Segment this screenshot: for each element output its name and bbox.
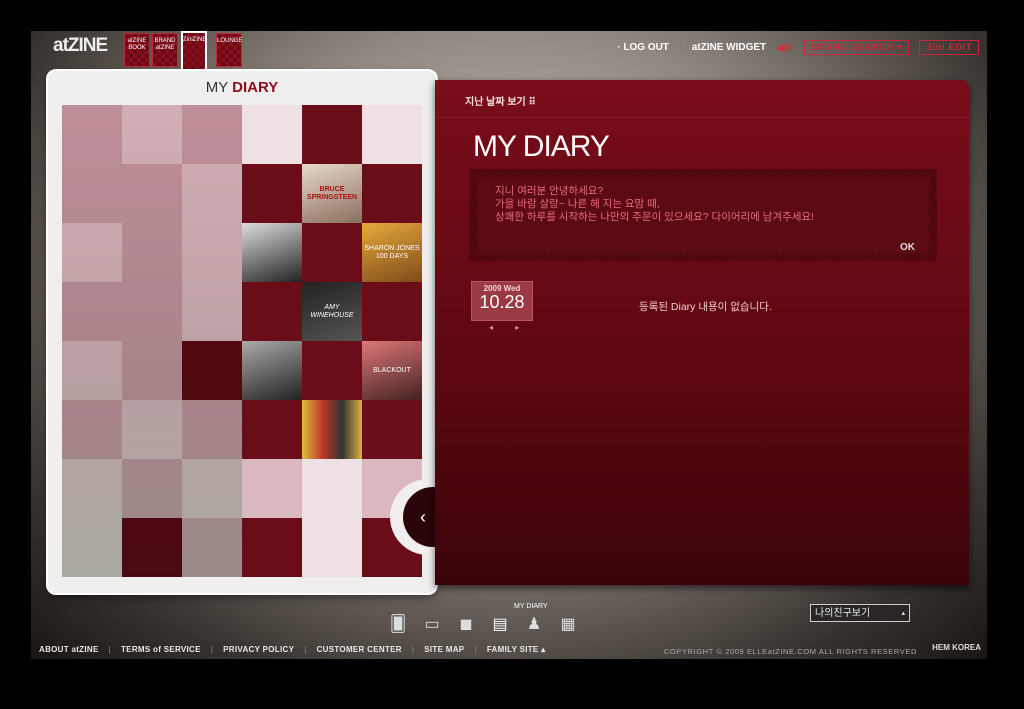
diary-mosaic-panel: MY DIARY BRUCE SPRINGSTEEN SHARON JONES [48, 71, 436, 593]
separator: | [411, 645, 415, 654]
logout-link[interactable]: · LOG OUT [617, 42, 669, 53]
diary-panel-header: 지난 날짜 보기 ⠿ [435, 80, 969, 118]
mosaic-cell [122, 164, 182, 223]
mosaic-cell [122, 459, 182, 518]
album-cover[interactable]: SHARON JONES 100 DAYS [362, 223, 422, 282]
mosaic-cell [62, 459, 122, 518]
widget-link[interactable]: atZINE WIDGET [692, 42, 766, 53]
bottom-menu: 🂠 ▭ ◼ ▤ ♟ ▦ [387, 613, 579, 635]
mosaic-cell [362, 164, 422, 223]
brand-search-button[interactable]: BRAND SEARCH ▾ [803, 40, 910, 55]
footer-link-sitemap[interactable]: SITE MAP [424, 645, 464, 654]
mosaic-cell [182, 282, 242, 341]
mosaic-cell [362, 105, 422, 164]
active-menu-label: MY DIARY [514, 603, 548, 610]
mosaic-cell [182, 341, 242, 400]
footer-link-terms[interactable]: TERMS of SERVICE [121, 645, 201, 654]
album-cover[interactable]: AMY WINEHOUSE [302, 282, 362, 341]
mosaic-cell [62, 400, 122, 459]
mosaic-cell [182, 400, 242, 459]
separator: | [108, 645, 111, 654]
date-day: 10.28 [479, 292, 525, 312]
mosaic-cell [242, 400, 302, 459]
album-cover[interactable] [242, 341, 302, 400]
copyright: COPYRIGHT © 2009 ELLEatZINE.COM ALL RIGH… [663, 647, 917, 656]
footer-link-privacy[interactable]: PRIVACY POLICY [223, 645, 294, 654]
mosaic-cell [62, 105, 122, 164]
diary-panel: 지난 날짜 보기 ⠿ MY DIARY 지니 여러분 안녕하세요? 가을 바람 … [435, 80, 969, 585]
mosaic-cell [242, 518, 302, 577]
mosaic-cell [122, 518, 182, 577]
separator: | [304, 645, 307, 654]
mosaic-cell [182, 105, 242, 164]
tab-lounge[interactable]: LOUNGE [216, 33, 242, 67]
mosaic-cell [302, 105, 362, 164]
mosaic-cell [362, 282, 422, 341]
separator: | [210, 645, 214, 654]
sofa-icon[interactable]: ▦ [557, 613, 579, 635]
date-nav-arrows[interactable]: ◂ ▸ [489, 323, 529, 332]
footer-link-about[interactable]: ABOUT atZINE [39, 645, 99, 654]
diary-title: MY DIARY [473, 130, 610, 163]
sound-mute-icon[interactable]: ◀✕ [776, 41, 794, 54]
mosaic-cell [122, 282, 182, 341]
mosaic-cell [62, 282, 122, 341]
tab-zinizine[interactable]: ZiniZINE [181, 31, 207, 71]
mosaic-cell [62, 518, 122, 577]
page-stage: atZINE atZINE BOOK BRAND atZINE ZiniZINE… [31, 31, 987, 659]
mosaic-cell [122, 105, 182, 164]
bed-icon[interactable]: ▭ [421, 613, 443, 635]
caret-up-icon: ▴ [901, 610, 905, 617]
tab-brand-atzine[interactable]: BRAND atZINE [152, 33, 178, 67]
mosaic-cell [242, 164, 302, 223]
diary-message-box: 지니 여러분 안녕하세요? 가을 바람 살랑~ 나른 해 지는 요맘 때, 상쾌… [469, 169, 937, 261]
hem-korea-logo: HEM KOREA [932, 643, 981, 652]
footer-link-family[interactable]: FAMILY SITE ▴ [487, 645, 546, 654]
mosaic-cell [122, 400, 182, 459]
separator: | [474, 645, 477, 654]
cards-icon[interactable]: 🂠 [387, 613, 409, 635]
atzine-logo[interactable]: atZINE [53, 35, 108, 57]
mosaic-cell [242, 105, 302, 164]
mosaic-cell [122, 223, 182, 282]
top-links: · LOG OUT | atZINE WIDGET ◀✕ BRAND SEARC… [617, 40, 979, 55]
mosaic-cell [302, 459, 362, 518]
separator: | [678, 42, 682, 53]
mosaic-cell [302, 341, 362, 400]
empty-diary-message: 등록된 Diary 내용이 없습니다. [639, 301, 772, 313]
mosaic-cell [182, 223, 242, 282]
footer-links: ABOUT atZINE | TERMS of SERVICE | PRIVACY … [39, 645, 545, 654]
friend-select[interactable]: 나의친구보기 ▴ [810, 604, 910, 622]
book-icon[interactable]: ▤ [489, 613, 511, 635]
mosaic-cell [182, 518, 242, 577]
chevron-left-icon: ‹ [420, 506, 426, 527]
mosaic-cell [62, 164, 122, 223]
album-cover[interactable]: BLACKOUT [362, 341, 422, 400]
mosaic-cell [122, 341, 182, 400]
mosaic-cell [302, 223, 362, 282]
mosaic-cell [362, 400, 422, 459]
album-cover[interactable] [302, 400, 362, 459]
mosaic-cell [302, 518, 362, 577]
album-cover[interactable]: BRUCE SPRINGSTEEN [302, 164, 362, 223]
mosaic-cell [182, 164, 242, 223]
mosaic-title: MY DIARY [205, 79, 279, 96]
diary-message: 지니 여러분 안녕하세요? 가을 바람 살랑~ 나른 해 지는 요맘 때, 상쾌… [495, 185, 814, 223]
past-dates-link[interactable]: 지난 날짜 보기 ⠿ [465, 93, 536, 108]
tab-atzine-book[interactable]: atZINE BOOK [124, 33, 150, 67]
zini-edit-button[interactable]: Zini EDIT [919, 40, 979, 55]
footer-link-customer[interactable]: CUSTOMER CENTER [317, 645, 402, 654]
mosaic-cell [62, 223, 122, 282]
date-box: 2009 Wed 10.28 [471, 281, 533, 321]
mosaic-cell [182, 459, 242, 518]
box-icon[interactable]: ◼ [455, 613, 477, 635]
mosaic-cell [62, 341, 122, 400]
mosaic-grid: BRUCE SPRINGSTEEN SHARON JONES 100 DAYS … [62, 105, 422, 577]
album-cover[interactable] [242, 223, 302, 282]
ok-button[interactable]: OK [900, 242, 915, 253]
mosaic-cell [242, 459, 302, 518]
people-icon[interactable]: ♟ [523, 613, 545, 635]
mosaic-cell [242, 282, 302, 341]
